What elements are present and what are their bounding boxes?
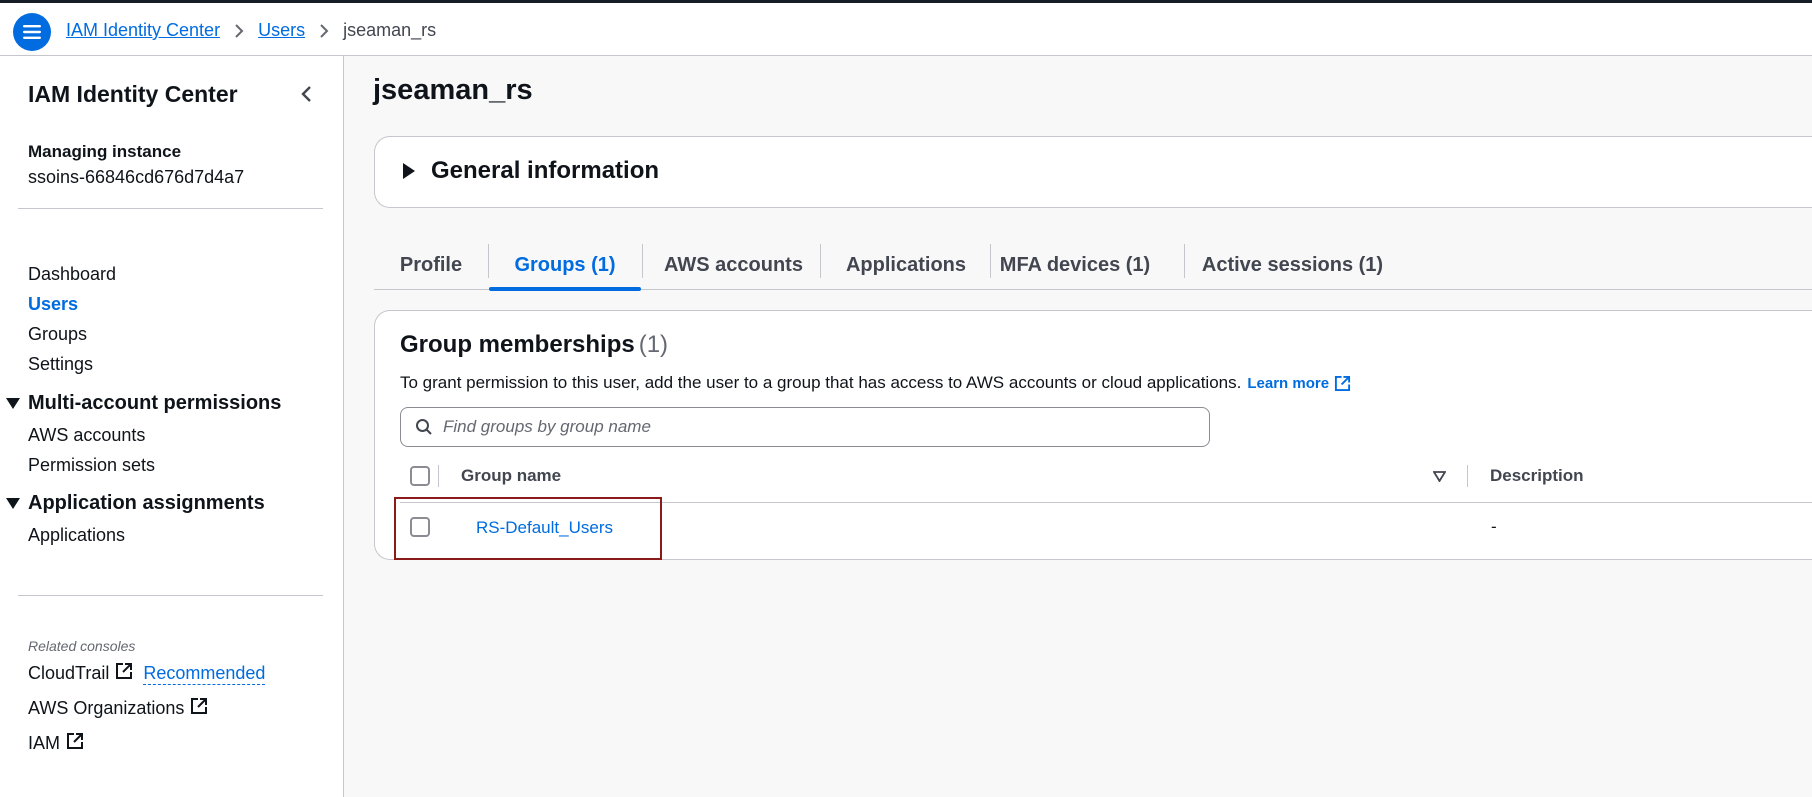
general-information-toggle[interactable]: General information	[403, 157, 659, 185]
external-link-icon	[115, 662, 133, 685]
learn-more-link[interactable]: Learn more	[1247, 375, 1351, 392]
chevron-right-icon	[234, 23, 244, 39]
sidebar-item-aws-accounts[interactable]: AWS accounts	[28, 425, 145, 446]
menu-icon[interactable]	[13, 13, 51, 51]
column-divider	[438, 465, 439, 487]
table-row: RS-Default_Users -	[375, 503, 1812, 553]
sidebar-item-users[interactable]: Users	[28, 294, 78, 315]
sort-descending-icon[interactable]	[1432, 469, 1447, 487]
related-consoles-label: Related consoles	[28, 638, 136, 654]
collapse-sidebar-icon[interactable]	[297, 83, 317, 105]
chevron-right-icon	[319, 23, 329, 39]
caret-down-icon	[6, 398, 20, 409]
cloudtrail-link[interactable]: CloudTrail	[28, 663, 109, 684]
sidebar-divider	[18, 595, 323, 596]
column-header-description[interactable]: Description	[1490, 461, 1584, 491]
column-header-group-name[interactable]: Group name	[461, 461, 561, 491]
sidebar-item-applications[interactable]: Applications	[28, 525, 125, 546]
description-text: To grant permission to this user, add th…	[400, 373, 1242, 392]
row-checkbox[interactable]	[410, 517, 430, 537]
general-information-panel: General information	[374, 136, 1812, 208]
external-link-icon	[190, 697, 208, 720]
sidebar-title: IAM Identity Center	[28, 81, 238, 107]
caret-down-icon	[6, 498, 20, 509]
group-memberships-title: Group memberships (1)	[400, 331, 668, 359]
select-all-cell	[410, 461, 430, 491]
sidebar-item-groups[interactable]: Groups	[28, 324, 87, 345]
sidebar-section-label: Multi-account permissions	[28, 392, 282, 414]
iam-link[interactable]: IAM	[28, 733, 60, 754]
aws-organizations-link[interactable]: AWS Organizations	[28, 698, 184, 719]
group-memberships-panel: Group memberships (1) To grant permission…	[374, 310, 1812, 560]
breadcrumb: IAM Identity Center Users jseaman_rs	[66, 20, 436, 41]
group-memberships-description: To grant permission to this user, add th…	[400, 373, 1351, 393]
tab-groups[interactable]: Groups (1)	[489, 240, 641, 291]
page-title: jseaman_rs	[373, 74, 533, 106]
search-icon	[416, 419, 432, 435]
sidebar-item-dashboard[interactable]: Dashboard	[28, 264, 116, 285]
sidebar-section-multi-account[interactable]: Multi-account permissions	[6, 392, 281, 415]
external-link-icon	[66, 732, 84, 755]
group-memberships-count: (1)	[638, 331, 669, 358]
tab-mfa-devices[interactable]: MFA devices (1)	[991, 240, 1159, 290]
general-information-title: General information	[431, 157, 660, 184]
tab-profile[interactable]: Profile	[374, 240, 488, 290]
managing-instance-value: ssoins-66846cd676d7d4a7	[28, 167, 245, 187]
group-search-field[interactable]	[400, 407, 1210, 447]
group-memberships-heading: Group memberships	[400, 331, 635, 358]
breadcrumb-iam-identity-center[interactable]: IAM Identity Center	[66, 20, 220, 41]
sidebar-section-application-assignments[interactable]: Application assignments	[6, 492, 265, 515]
sidebar-section-label: Application assignments	[28, 492, 265, 514]
sidebar-item-settings[interactable]: Settings	[28, 354, 93, 375]
search-input[interactable]	[443, 417, 1183, 437]
column-divider	[1467, 465, 1468, 487]
related-console-cloudtrail: CloudTrail Recommended	[28, 662, 266, 685]
tab-active-sessions[interactable]: Active sessions (1)	[1185, 240, 1400, 290]
user-tabs: Profile Groups (1) AWS accounts Applicat…	[374, 240, 1812, 291]
related-console-iam: IAM	[28, 732, 84, 755]
tab-aws-accounts[interactable]: AWS accounts	[643, 240, 824, 290]
sidebar-item-permission-sets[interactable]: Permission sets	[28, 455, 155, 476]
group-description-cell: -	[1491, 517, 1497, 536]
group-name-link[interactable]: RS-Default_Users	[476, 518, 613, 538]
sidebar: IAM Identity Center Managing instance ss…	[0, 56, 344, 797]
caret-right-icon	[403, 163, 415, 179]
tab-applications[interactable]: Applications	[821, 240, 991, 290]
top-navigation-bar: IAM Identity Center Users jseaman_rs	[0, 0, 1812, 56]
select-all-checkbox[interactable]	[410, 466, 430, 486]
breadcrumb-users[interactable]: Users	[258, 20, 305, 41]
sidebar-divider	[18, 208, 323, 209]
recommended-badge[interactable]: Recommended	[143, 663, 266, 685]
external-link-icon	[1334, 375, 1351, 391]
learn-more-label: Learn more	[1247, 374, 1330, 392]
breadcrumb-current: jseaman_rs	[343, 20, 437, 40]
managing-instance-label: Managing instance	[28, 142, 182, 161]
related-console-organizations: AWS Organizations	[28, 697, 208, 720]
